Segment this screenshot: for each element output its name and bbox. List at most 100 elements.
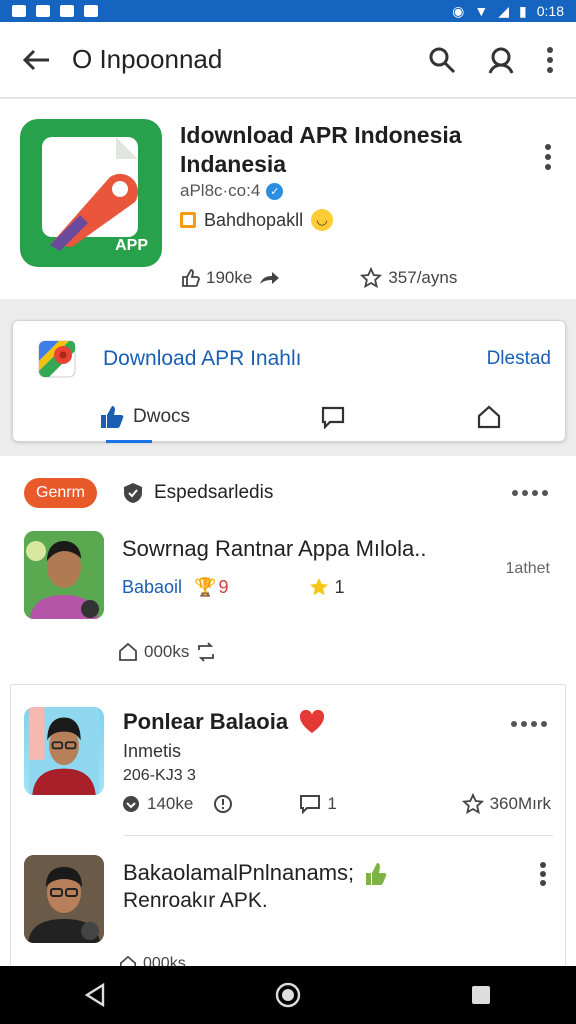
notification-icon	[36, 5, 50, 17]
post-score-value: 9	[218, 576, 229, 597]
star-count: 360Mırk	[489, 794, 551, 813]
tab-docs[interactable]: Dwocs	[13, 391, 255, 443]
likes-stat[interactable]: 190ke	[180, 268, 280, 288]
star-outline-icon	[360, 267, 383, 289]
views-count: 140ke	[147, 794, 194, 813]
post-title-text: BakaolamalPnlnanams;	[123, 860, 355, 885]
comment-button[interactable]: 1	[299, 794, 337, 814]
download-card: Download APR Inahlı Dlestad Dwocs	[12, 320, 567, 443]
post-time: 1athet	[505, 560, 550, 577]
heart-icon	[299, 709, 325, 733]
star-button[interactable]: 360Mırk	[461, 793, 551, 815]
developer-name: Bahdhopakll	[204, 209, 304, 230]
thumbs-up-emoji-icon	[366, 863, 387, 885]
post-text: Inmetis	[123, 741, 182, 761]
feed-post[interactable]: Genrm Espedsarledis Sowrnag Rantnar Appa…	[0, 456, 576, 684]
post-title[interactable]: BakaolamalPnlnanams;	[123, 859, 388, 887]
app-subtitle-text: aPl8c·co:4	[180, 181, 261, 200]
tab-home[interactable]	[411, 391, 567, 443]
tab-comments[interactable]	[255, 391, 411, 443]
post-score: 🏆 9	[194, 577, 228, 598]
comment-icon	[321, 406, 345, 429]
system-nav-bar	[0, 966, 576, 1024]
back-button[interactable]	[0, 48, 72, 72]
avatar[interactable]	[24, 531, 104, 619]
feed-post[interactable]: Ponlear Balaoia Inmetis 206-KJ3 3 140ke …	[10, 684, 566, 984]
star-outline-icon	[461, 793, 484, 815]
triangle-back-icon	[85, 983, 105, 1007]
app-bar: O Inpoonnad	[0, 22, 576, 98]
nav-back-button[interactable]	[84, 983, 106, 1007]
rating-count: 357/ayns	[388, 268, 458, 287]
status-time: 0:18	[536, 3, 564, 19]
eye-icon	[123, 796, 139, 812]
share-icon	[260, 272, 280, 284]
post-date: 206-KJ3 3	[123, 767, 196, 784]
app-header: APP Idownload APR Indonesia Indanesia aP…	[0, 99, 576, 299]
post-stars-value: 1	[334, 576, 345, 597]
post-tag[interactable]: Babaoil	[122, 577, 182, 598]
comment-icon	[300, 795, 321, 814]
home-icon	[119, 642, 137, 661]
person-icon	[488, 47, 514, 74]
nav-home-button[interactable]	[275, 982, 301, 1008]
post-stars: 1	[308, 576, 345, 598]
app-icon[interactable]: APP	[20, 119, 162, 267]
notification-icon	[84, 5, 98, 17]
section-label: Espedsarledis	[122, 482, 273, 504]
repost-icon[interactable]	[195, 642, 217, 662]
feed: Genrm Espedsarledis Sowrnag Rantnar Appa…	[0, 456, 576, 984]
download-link[interactable]: Download APR Inahlı	[103, 347, 487, 371]
account-button[interactable]	[486, 45, 516, 75]
post-views: 000ks	[144, 642, 190, 661]
post-more-button[interactable]	[511, 721, 547, 727]
post-author-name: Ponlear Balaoia	[123, 709, 289, 734]
detail-link[interactable]: Dlestad	[487, 348, 551, 370]
info-button[interactable]	[213, 794, 233, 814]
post-meta: Babaoil 🏆 9 1	[122, 576, 345, 598]
post-subtitle: Renroakır APK.	[123, 889, 268, 912]
page-title: O Inpoonnad	[72, 44, 223, 74]
app-subtitle: aPl8c·co:4 ✓	[180, 181, 284, 201]
avatar[interactable]	[24, 855, 104, 943]
person-photo	[24, 531, 104, 619]
post-author[interactable]: Ponlear Balaoia	[123, 709, 326, 735]
notification-icon	[12, 5, 26, 17]
views-button[interactable]: 140ke	[121, 794, 193, 814]
like-icon	[182, 269, 200, 287]
header-more-button[interactable]	[544, 143, 552, 171]
comment-count: 1	[327, 794, 337, 813]
info-icon	[214, 795, 233, 813]
notification-icon	[60, 5, 74, 17]
shield-check-icon	[124, 483, 142, 503]
tab-docs-label: Dwocs	[133, 406, 191, 427]
developer-icon	[180, 212, 196, 228]
nav-recents-button[interactable]	[470, 984, 492, 1006]
rating-stat[interactable]: 357/ayns	[360, 267, 457, 289]
app-stats: 190ke 357/ayns	[180, 267, 480, 289]
person-photo	[28, 707, 100, 795]
post-actions: 000ks	[118, 642, 217, 662]
app-icon-label: APP	[115, 237, 148, 254]
app-title: Idownload APR Indonesia Indanesia	[180, 122, 462, 177]
category-chip[interactable]: Genrm	[24, 478, 97, 508]
post-more-button[interactable]	[539, 861, 547, 887]
arrow-left-icon	[22, 49, 49, 70]
post-actions: 140ke 1 360Mırk	[121, 793, 551, 815]
thumbs-up-icon	[101, 406, 124, 428]
star-icon	[310, 578, 329, 596]
verified-icon: ✓	[266, 182, 284, 200]
download-tabs: Dwocs	[13, 391, 567, 443]
post-title[interactable]: Sowrnag Rantnar Appa Mılola..	[122, 536, 427, 562]
search-button[interactable]	[428, 46, 456, 74]
post-more-button[interactable]	[512, 490, 548, 496]
developer-row[interactable]: Bahdhopakll ◡	[180, 209, 334, 231]
status-bar: ◉ ▼ ◢ ▮ 0:18	[0, 0, 576, 22]
smile-emoji-icon: ◡	[311, 209, 334, 231]
battery-icon: ▮	[519, 2, 527, 19]
overflow-menu-button[interactable]	[546, 46, 554, 74]
home-icon	[477, 405, 501, 429]
section-label-text: Espedsarledis	[154, 482, 274, 503]
circle-home-icon	[275, 982, 301, 1008]
avatar[interactable]	[24, 707, 104, 795]
